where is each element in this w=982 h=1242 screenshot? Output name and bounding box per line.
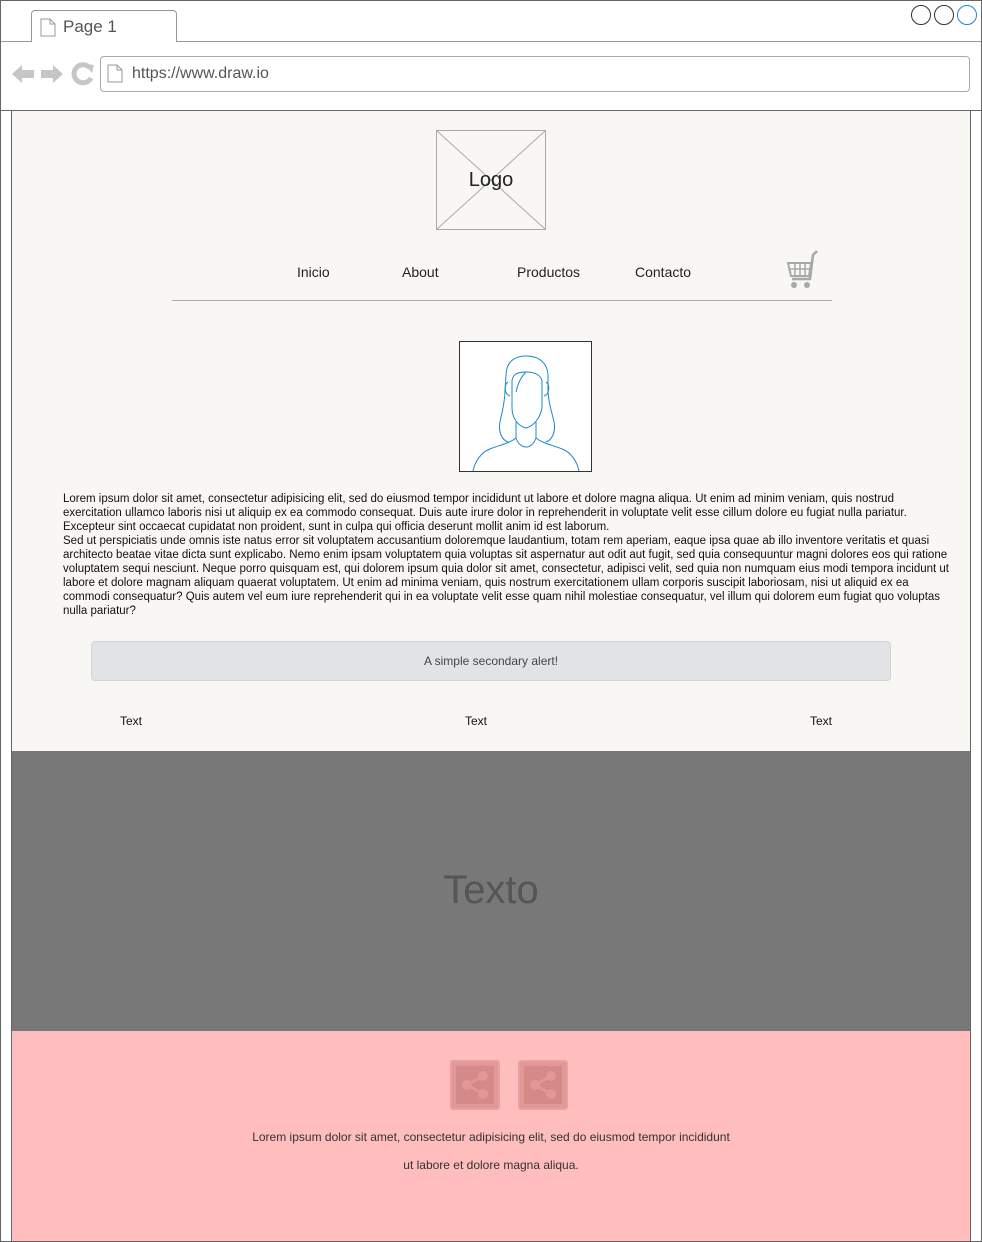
footer-line-2: ut labore et dolore magna aliqua. bbox=[403, 1158, 579, 1172]
secondary-alert: A simple secondary alert! bbox=[91, 641, 891, 681]
menu-item-contacto[interactable]: Contacto bbox=[635, 264, 691, 280]
share-button-1[interactable] bbox=[450, 1060, 500, 1110]
document-icon bbox=[40, 18, 56, 37]
url-text: https://www.draw.io bbox=[132, 65, 269, 82]
menu-item-inicio[interactable]: Inicio bbox=[297, 264, 330, 280]
share-icon bbox=[530, 1071, 556, 1099]
window-controls bbox=[911, 5, 977, 25]
document-icon bbox=[107, 64, 123, 83]
browser-tab[interactable]: Page 1 bbox=[31, 10, 177, 42]
tab-title: Page 1 bbox=[63, 17, 117, 36]
web-page: Logo Inicio About Productos Contacto Lor… bbox=[11, 111, 971, 1241]
paragraph-2: Sed ut perspiciatis unde omnis iste natu… bbox=[63, 535, 949, 617]
cart-icon[interactable] bbox=[786, 249, 820, 293]
close-button[interactable] bbox=[957, 5, 977, 25]
footer: Lorem ipsum dolor sit amet, consectetur … bbox=[12, 1031, 970, 1241]
minimize-button[interactable] bbox=[911, 5, 931, 25]
reload-icon[interactable] bbox=[71, 62, 95, 86]
banner: Texto bbox=[12, 751, 970, 1031]
main-content: Logo Inicio About Productos Contacto Lor… bbox=[12, 111, 970, 751]
share-icon bbox=[462, 1071, 488, 1099]
url-field[interactable]: https://www.draw.io bbox=[100, 56, 970, 92]
menu-item-productos[interactable]: Productos bbox=[517, 264, 580, 280]
address-bar: https://www.draw.io bbox=[1, 42, 981, 111]
tab-bar: Page 1 bbox=[1, 1, 981, 42]
maximize-button[interactable] bbox=[934, 5, 954, 25]
logo-placeholder[interactable]: Logo bbox=[436, 130, 546, 230]
browser-window: Page 1 https://www.draw.io Logo Inicio A… bbox=[0, 0, 982, 1242]
menu-divider bbox=[172, 300, 832, 301]
avatar-placeholder-icon bbox=[472, 355, 580, 471]
logo-text: Logo bbox=[468, 169, 514, 191]
lorem-text: Lorem ipsum dolor sit amet, consectetur … bbox=[63, 492, 953, 618]
forward-arrow-icon[interactable] bbox=[40, 62, 64, 86]
footer-line-1: Lorem ipsum dolor sit amet, consectetur … bbox=[252, 1130, 730, 1144]
text-label-3: Text bbox=[810, 714, 833, 728]
text-label-1: Text bbox=[120, 714, 143, 728]
footer-text: Lorem ipsum dolor sit amet, consectetur … bbox=[12, 1123, 970, 1179]
menu-item-about[interactable]: About bbox=[402, 264, 439, 280]
paragraph-1: Lorem ipsum dolor sit amet, consectetur … bbox=[63, 493, 907, 533]
share-button-2[interactable] bbox=[518, 1060, 568, 1110]
banner-text: Texto bbox=[443, 868, 539, 912]
text-label-2: Text bbox=[465, 714, 488, 728]
avatar bbox=[459, 341, 592, 472]
back-arrow-icon[interactable] bbox=[11, 62, 35, 86]
